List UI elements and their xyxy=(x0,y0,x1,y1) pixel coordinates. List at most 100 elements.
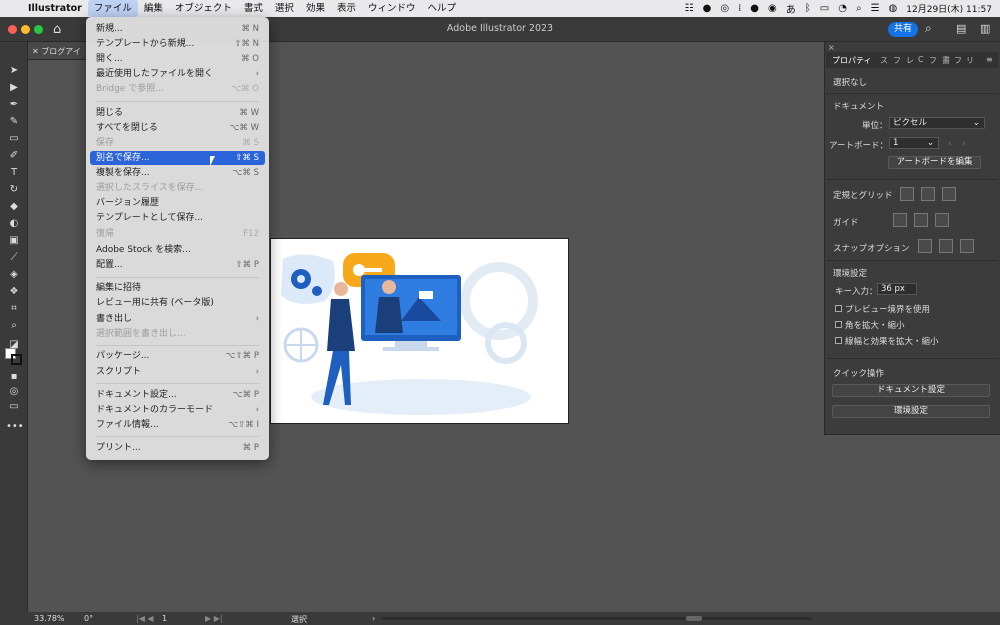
rectangle-tool-icon[interactable]: ▭ xyxy=(6,132,22,146)
input-method-icon[interactable]: あ xyxy=(786,1,796,16)
zoom-level[interactable]: 33.78% xyxy=(34,614,65,623)
document-tab[interactable]: ✕ ブログアイ xyxy=(32,46,81,57)
wifi-icon[interactable]: ◔ xyxy=(838,3,847,14)
workspace-icon[interactable]: ▥ xyxy=(980,22,990,35)
menu-item-scripts[interactable]: スクリプト › xyxy=(90,365,265,379)
menu-item-share-for-review[interactable]: レビュー用に共有 (ベータ版) xyxy=(90,296,265,310)
line-app-icon[interactable]: ● xyxy=(703,3,712,14)
menu-item-search-adobe-stock[interactable]: Adobe Stock を検索... xyxy=(90,243,265,257)
preferences-button[interactable]: 環境設定 xyxy=(832,405,990,418)
airpods-icon[interactable]: ⁞ xyxy=(738,3,741,14)
grid-icon[interactable] xyxy=(921,187,935,201)
edit-artboard-button[interactable]: アートボードを編集 xyxy=(888,156,981,169)
share-button[interactable]: 共有 xyxy=(888,22,918,37)
scale-strokes-checkbox[interactable] xyxy=(835,337,842,344)
menu-effect[interactable]: 効果 xyxy=(300,0,331,17)
curvature-tool-icon[interactable]: ✎ xyxy=(6,115,22,129)
menu-item-new-from-template[interactable]: テンプレートから新規... ⇧⌘ N xyxy=(90,37,265,51)
menu-item-package[interactable]: パッケージ... ⌥⇧⌘ P xyxy=(90,349,265,363)
gradient-tool-icon[interactable]: ▣ xyxy=(6,234,22,248)
menu-file[interactable]: ファイル xyxy=(87,0,138,17)
menu-item-new[interactable]: 新規... ⌘ N xyxy=(90,22,265,36)
snap-to-pixel-icon[interactable] xyxy=(939,239,953,253)
transparency-grid-icon[interactable] xyxy=(942,187,956,201)
unit-select[interactable]: ピクセル ⌄ xyxy=(889,117,985,129)
creative-cloud-icon[interactable]: ◎ xyxy=(720,3,729,14)
media-icon[interactable]: ● xyxy=(750,3,759,14)
first-artboard-icon[interactable]: |◀ ◀ xyxy=(136,614,154,623)
eyedropper-tool-icon[interactable]: ⟋ xyxy=(6,251,22,265)
selection-tool-icon[interactable]: ➤ xyxy=(6,64,22,78)
rotation-value[interactable]: 0° xyxy=(84,614,93,623)
menu-item-place[interactable]: 配置... ⇧⌘ P xyxy=(90,258,265,272)
artboard-select[interactable]: 1 ⌄ xyxy=(889,137,939,149)
document-setup-button[interactable]: ドキュメント設定 xyxy=(832,384,990,397)
menu-item-version-history[interactable]: バージョン履歴 xyxy=(90,196,265,210)
key-input-field[interactable]: 36 px xyxy=(877,283,917,295)
status-expand-icon[interactable]: › xyxy=(372,614,375,623)
menu-type[interactable]: 書式 xyxy=(238,0,269,17)
menu-item-print[interactable]: プリント... ⌘ P xyxy=(90,441,265,455)
menu-item-file-info[interactable]: ファイル情報... ⌥⇧⌘ I xyxy=(90,418,265,432)
show-guides-icon[interactable] xyxy=(893,213,907,227)
horizontal-scrollbar[interactable] xyxy=(382,617,812,620)
eraser-tool-icon[interactable]: ◆ xyxy=(6,200,22,214)
menu-window[interactable]: ウィンドウ xyxy=(362,0,422,17)
snap-to-glyph-icon[interactable] xyxy=(960,239,974,253)
panel-collapse-icon[interactable]: × xyxy=(828,43,835,52)
menu-item-close[interactable]: 閉じる ⌘ W xyxy=(90,106,265,120)
status-menu-icon[interactable]: ☷ xyxy=(685,3,694,14)
menu-item-open-recent[interactable]: 最近使用したファイルを開く › xyxy=(90,67,265,81)
tab-2[interactable]: ス xyxy=(880,55,888,66)
color-mode-icon[interactable]: ▪ xyxy=(6,370,22,384)
tab-4[interactable]: レ xyxy=(906,55,914,66)
panel-menu-icon[interactable]: ≡ xyxy=(986,55,993,64)
tab-6[interactable]: フ xyxy=(929,55,937,66)
menubar-clock[interactable]: 12月29日(木) 11:57 xyxy=(906,2,992,15)
tab-8[interactable]: フ xyxy=(954,55,962,66)
menu-item-close-all[interactable]: すべてを閉じる ⌥⌘ W xyxy=(90,121,265,135)
bluetooth-icon[interactable]: ᛒ xyxy=(805,3,811,14)
prev-artboard-icon[interactable]: ‹ xyxy=(948,139,951,149)
search-icon[interactable]: ⌕ xyxy=(925,21,932,36)
preview-bounds-checkbox[interactable] xyxy=(835,305,842,312)
shape-builder-tool-icon[interactable]: ◐ xyxy=(6,217,22,231)
next-artboard-arrow-icon[interactable]: › xyxy=(962,139,965,149)
artboard-tool-icon[interactable]: ⌗ xyxy=(6,302,22,316)
menu-object[interactable]: オブジェクト xyxy=(169,0,238,17)
rulers-icon[interactable] xyxy=(900,187,914,201)
arrange-documents-icon[interactable]: ▤ xyxy=(956,22,966,35)
tab-7[interactable]: 書 xyxy=(942,55,950,66)
menu-item-save-copy[interactable]: 複製を保存... ⌥⌘ S xyxy=(90,166,265,180)
menu-item-document-color-mode[interactable]: ドキュメントのカラーモード › xyxy=(90,403,265,417)
snap-to-point-icon[interactable] xyxy=(918,239,932,253)
rotate-tool-icon[interactable]: ↻ xyxy=(6,183,22,197)
menu-item-open[interactable]: 開く... ⌘ O xyxy=(90,52,265,66)
menu-item-save-as[interactable]: 別名で保存... ⇧⌘ S xyxy=(90,151,265,165)
tab-5[interactable]: C xyxy=(918,55,924,64)
symbol-sprayer-tool-icon[interactable]: ❖ xyxy=(6,285,22,299)
drawing-mode-icon[interactable]: ◎ xyxy=(6,385,22,399)
tab-properties[interactable]: プロパティ xyxy=(832,55,872,66)
blend-tool-icon[interactable]: ◈ xyxy=(6,268,22,282)
menu-help[interactable]: ヘルプ xyxy=(421,0,462,17)
artboard-number[interactable]: 1 xyxy=(162,614,167,623)
control-center-icon[interactable]: ☰ xyxy=(871,3,880,14)
next-artboard-icon[interactable]: ▶ ▶| xyxy=(205,614,223,623)
lock-guides-icon[interactable] xyxy=(914,213,928,227)
menu-edit[interactable]: 編集 xyxy=(138,0,169,17)
zoom-tool-icon[interactable]: ⌕ xyxy=(6,319,22,333)
menu-select[interactable]: 選択 xyxy=(269,0,300,17)
scrollbar-thumb[interactable] xyxy=(686,616,702,621)
type-tool-icon[interactable]: T xyxy=(6,166,22,180)
tab-3[interactable]: フ xyxy=(893,55,901,66)
menu-view[interactable]: 表示 xyxy=(331,0,362,17)
siri-icon[interactable]: ◍ xyxy=(889,3,898,14)
artboard[interactable] xyxy=(270,238,569,424)
battery-icon[interactable]: ▭ xyxy=(820,3,829,14)
menu-app-name[interactable]: Illustrator xyxy=(22,0,88,17)
paintbrush-tool-icon[interactable]: ✐ xyxy=(6,149,22,163)
smart-guides-icon[interactable] xyxy=(935,213,949,227)
menu-item-export[interactable]: 書き出し › xyxy=(90,312,265,326)
menu-item-save-as-template[interactable]: テンプレートとして保存... xyxy=(90,211,265,225)
